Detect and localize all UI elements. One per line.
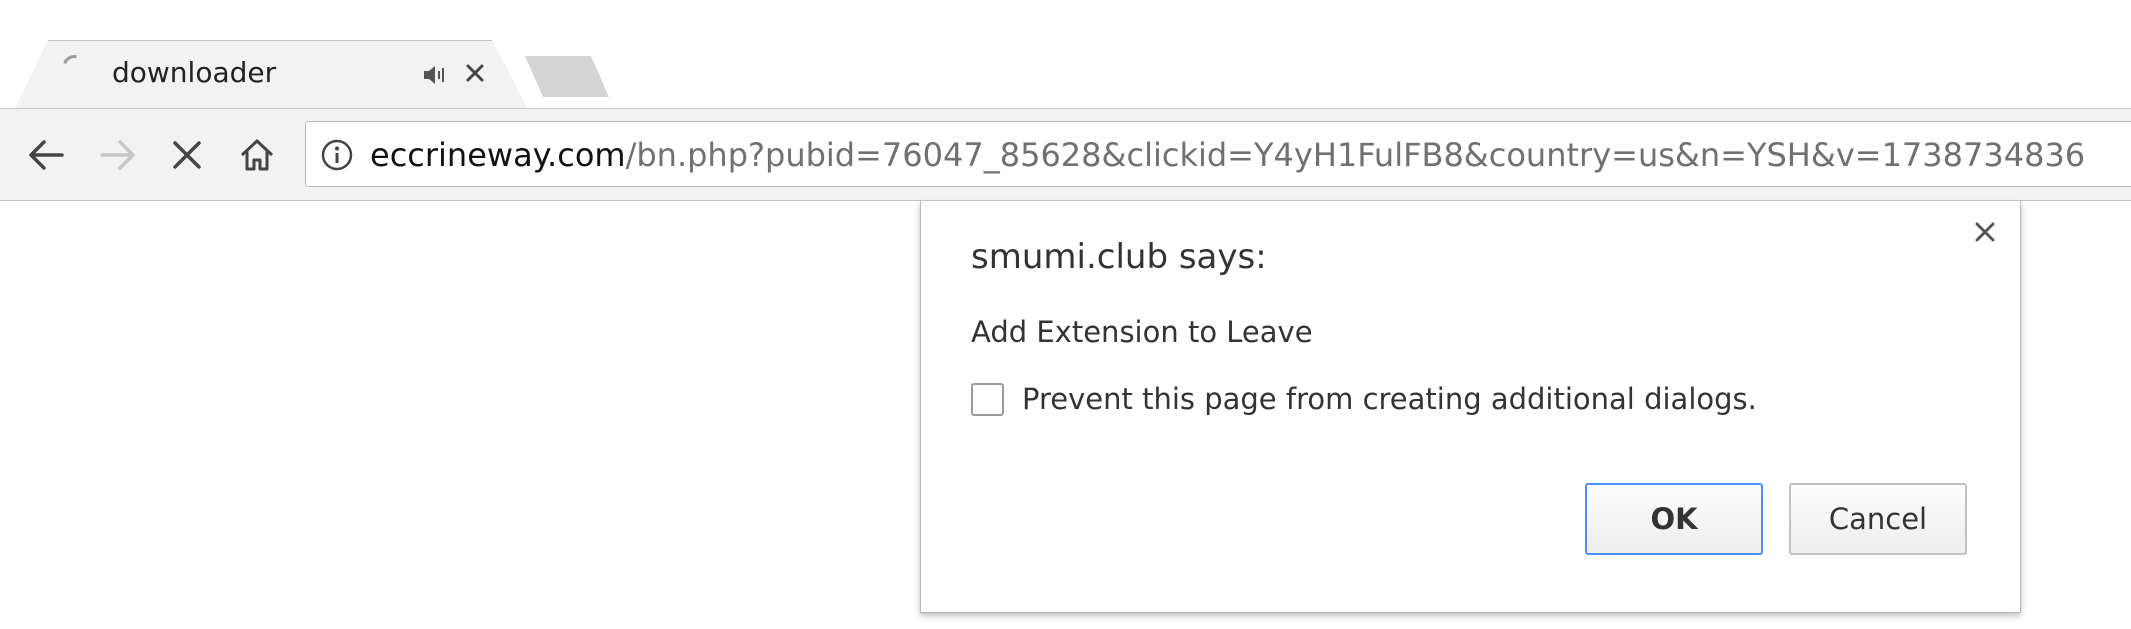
url-path: /bn.php?pubid=76047_85628&clickid=Y4yH1F… <box>625 136 2086 174</box>
prevent-dialogs-label[interactable]: Prevent this page from creating addition… <box>1022 382 1757 416</box>
prevent-dialogs-option[interactable]: Prevent this page from creating addition… <box>971 379 1757 419</box>
dialog-title: smumi.club says: <box>971 237 1267 277</box>
browser-toolbar: eccrineway.com/bn.php?pubid=76047_85628&… <box>0 108 2131 201</box>
tab-title: downloader <box>112 56 277 89</box>
new-tab-button[interactable] <box>525 56 609 97</box>
home-icon[interactable] <box>233 131 281 179</box>
address-bar[interactable]: eccrineway.com/bn.php?pubid=76047_85628&… <box>305 121 2131 187</box>
stop-x-icon[interactable] <box>163 131 211 179</box>
info-circle-icon[interactable] <box>320 138 354 172</box>
arrow-left-icon[interactable] <box>22 131 70 179</box>
prevent-dialogs-checkbox[interactable] <box>971 382 1004 416</box>
ok-button[interactable]: OK <box>1585 483 1763 555</box>
dialog-message: Add Extension to Leave <box>971 315 1313 349</box>
url-text[interactable]: eccrineway.com/bn.php?pubid=76047_85628&… <box>370 135 2085 175</box>
cancel-button[interactable]: Cancel <box>1789 483 1967 555</box>
arrow-right-icon[interactable] <box>94 131 142 179</box>
tab-strip: downloader <box>0 0 2131 111</box>
js-alert-dialog: smumi.club says: Add Extension to Leave … <box>920 201 2021 613</box>
url-host: eccrineway.com <box>370 136 626 174</box>
close-icon[interactable] <box>1970 217 2000 247</box>
close-icon[interactable] <box>462 60 488 86</box>
speaker-icon[interactable] <box>420 60 450 90</box>
